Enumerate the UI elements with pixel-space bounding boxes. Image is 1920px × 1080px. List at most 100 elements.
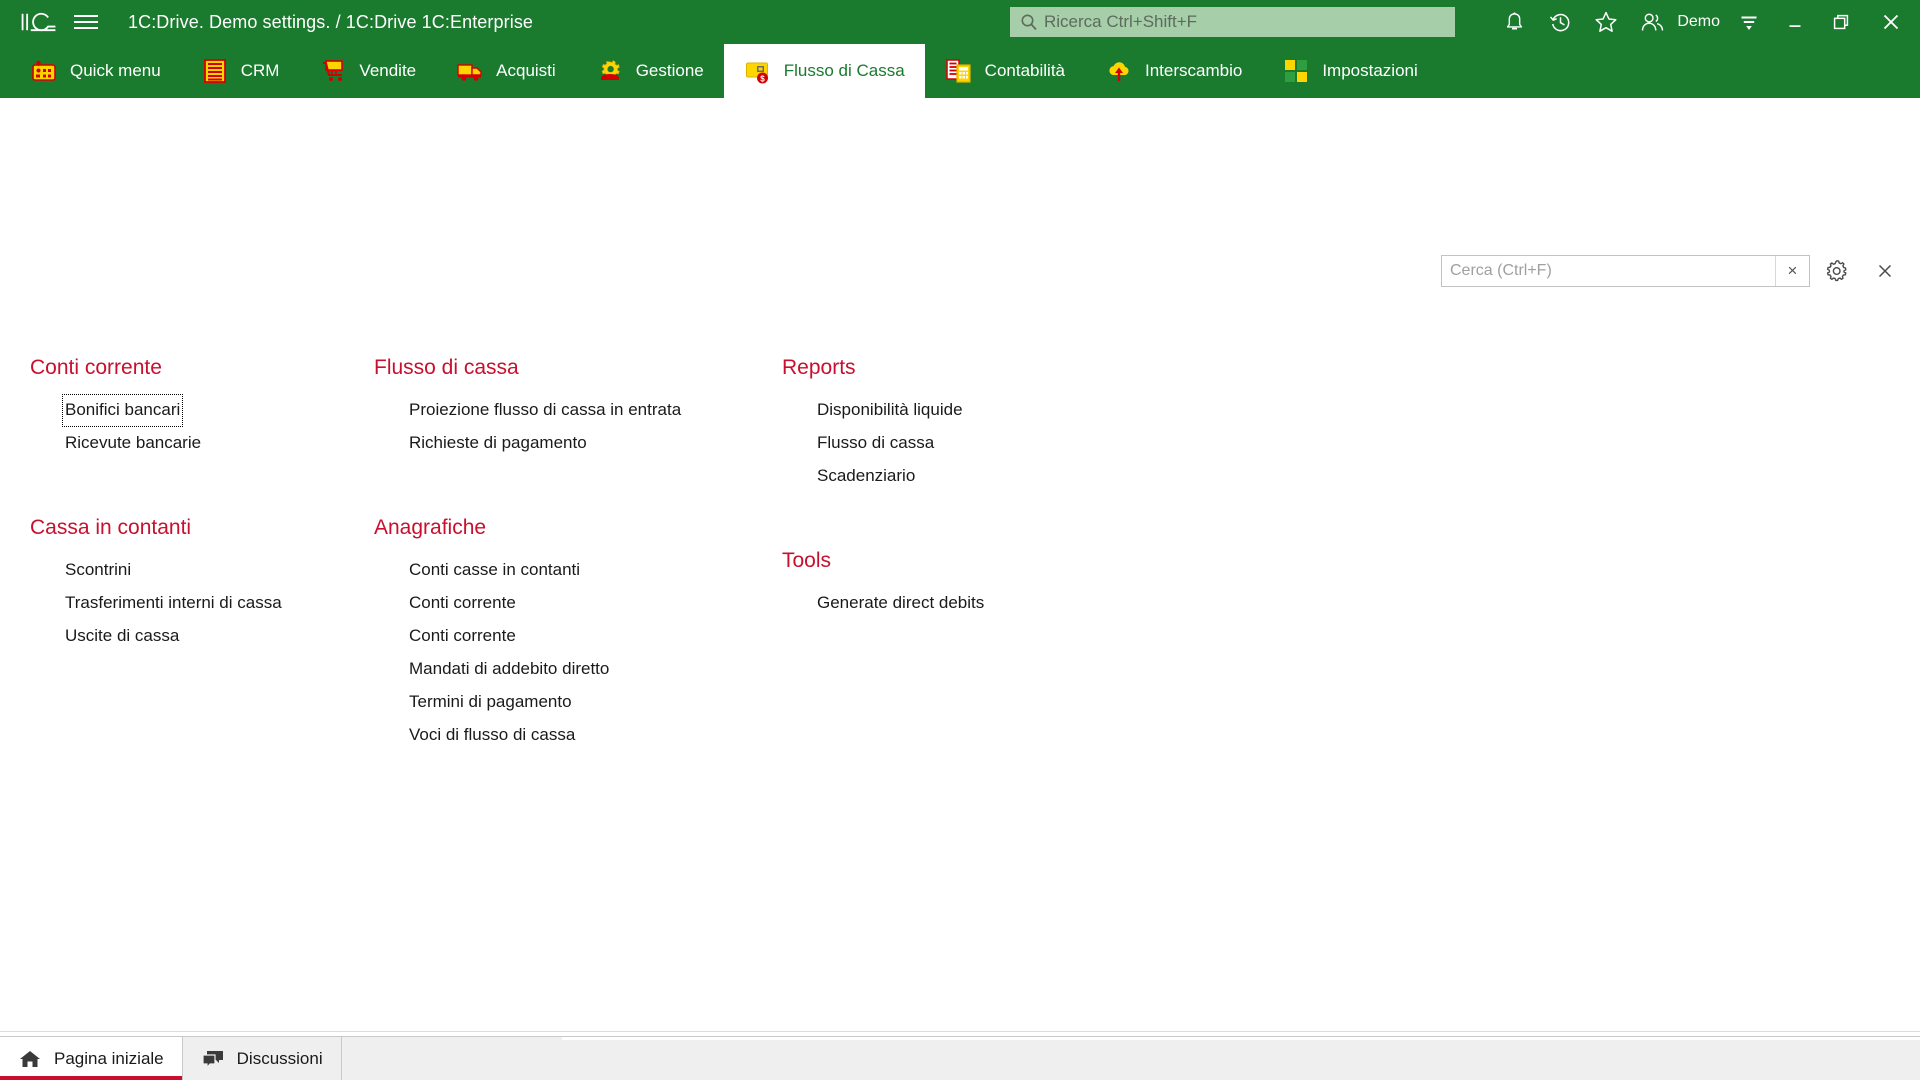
taskbar-item-label: Pagina iniziale [54,1048,164,1068]
link-conti-casse-in-contanti[interactable]: Conti casse in contanti [406,554,583,587]
gear-icon[interactable] [1816,253,1858,289]
group-links: Generate direct debits [782,587,1182,620]
group-title: Conti corrente [30,356,162,379]
group-links: Conti casse in contanti Conti corrente C… [374,554,782,752]
group-cassa-in-contanti: Cassa in contanti Scontrini Trasferiment… [30,516,374,653]
link-trasferimenti-interni-di-cassa[interactable]: Trasferimenti interni di cassa [62,587,285,620]
history-clock-icon[interactable] [1537,0,1583,44]
link-uscite-di-cassa[interactable]: Uscite di cassa [62,620,182,653]
svg-text:$: $ [760,74,765,83]
link-proiezione-flusso-di-cassa-in-entrata[interactable]: Proiezione flusso di cassa in entrata [406,394,684,427]
column-3: Reports Disponibilità liquide Flusso di … [782,356,1182,758]
work-area: × Conti corrente [0,98,1920,1036]
section-label: Impostazioni [1322,61,1418,80]
group-links: Disponibilità liquide Flusso di cassa Sc… [782,394,1182,493]
section-quick-menu[interactable]: Quick menu [10,44,181,98]
section-flusso-di-cassa[interactable]: $ Flusso di Cassa [723,44,925,98]
taskbar-item-pagina-iniziale[interactable]: Pagina iniziale [0,1037,183,1080]
taskbar-item-label: Discussioni [236,1048,323,1068]
chat-bubbles-icon [201,1048,225,1070]
management-gear-icon [596,57,624,85]
group-conti-corrente: Conti corrente Bonifici bancari Ricevute… [30,356,374,460]
section-crm[interactable]: CRM [181,44,300,98]
hamburger-menu-icon[interactable] [74,0,104,44]
link-voci-di-flusso-di-cassa[interactable]: Voci di flusso di cassa [406,719,578,752]
exchange-cloud-icon [1105,57,1133,85]
section-label: Gestione [635,61,704,80]
home-icon [18,1048,42,1070]
group-links: Bonifici bancari Ricevute bancarie [30,394,374,460]
search-field-wrapper: × [1441,255,1810,287]
link-bonifici-bancari[interactable]: Bonifici bancari [62,394,184,427]
section-impostazioni[interactable]: Impostazioni [1262,44,1437,98]
minimize-icon[interactable] [1772,0,1818,44]
group-links: Proiezione flusso di cassa in entrata Ri… [374,394,782,460]
purchases-truck-icon [456,57,484,85]
restore-window-icon[interactable] [1818,0,1864,44]
close-icon[interactable] [1864,253,1906,289]
section-label: Vendite [359,61,417,80]
sections-panel: Quick menu CRM Vendite Acquisti Gestione… [0,44,1920,98]
horizontal-scrollbar-thumb[interactable] [0,1032,1300,1036]
section-gestione[interactable]: Gestione [576,44,724,98]
section-label: Acquisti [496,61,556,80]
user-accounts-icon[interactable] [1629,0,1675,44]
link-mandati-di-addebito-diretto[interactable]: Mandati di addebito diretto [406,653,612,686]
section-contabilita[interactable]: Contabilità [925,44,1085,98]
crm-icon [201,57,229,85]
link-flusso-di-cassa-report[interactable]: Flusso di cassa [814,427,937,460]
section-acquisti[interactable]: Acquisti [436,44,576,98]
section-vendite[interactable]: Vendite [299,44,436,98]
user-name-label[interactable]: Demo [1675,13,1726,31]
link-richieste-di-pagamento[interactable]: Richieste di pagamento [406,427,590,460]
link-conti-corrente-1[interactable]: Conti corrente [406,587,519,620]
group-anagrafiche: Anagrafiche Conti casse in contanti Cont… [374,516,782,752]
favorites-star-icon[interactable] [1583,0,1629,44]
link-scontrini[interactable]: Scontrini [62,554,134,587]
group-title: Flusso di cassa [374,356,519,379]
quick-menu-icon [30,57,58,85]
section-label: Quick menu [70,61,161,80]
1c-logo-icon [18,8,60,36]
group-title: Reports [782,356,856,379]
title-bar: 1C:Drive. Demo settings. / 1C:Drive 1C:E… [0,0,1920,44]
clear-search-button[interactable]: × [1775,256,1809,286]
group-title: Tools [782,549,832,572]
section-interscambio[interactable]: Interscambio [1085,44,1262,98]
taskbar: Pagina iniziale Discussioni [0,1036,1920,1080]
link-ricevute-bancarie[interactable]: Ricevute bancarie [62,427,204,460]
global-search-box[interactable]: Ricerca Ctrl+Shift+F [1010,7,1455,37]
section-label: CRM [240,61,280,80]
group-flusso-di-cassa: Flusso di cassa Proiezione flusso di cas… [374,356,782,460]
user-menu-chevron-icon[interactable] [1726,0,1772,44]
search-icon [1020,13,1038,31]
titlebar-actions: Demo [1491,0,1920,44]
taskbar-item-discussioni[interactable]: Discussioni [182,1037,342,1080]
column-1: Conti corrente Bonifici bancari Ricevute… [30,356,374,758]
link-disponibilita-liquide[interactable]: Disponibilità liquide [814,394,966,427]
taskbar-empty-area [341,1037,1920,1080]
link-conti-corrente-2[interactable]: Conti corrente [406,620,519,653]
accounting-icon [945,57,973,85]
link-scadenziario[interactable]: Scadenziario [814,460,918,493]
settings-grid-icon [1282,57,1310,85]
group-links: Scontrini Trasferimenti interni di cassa… [30,554,374,653]
link-termini-di-pagamento[interactable]: Termini di pagamento [406,686,575,719]
close-window-icon[interactable] [1864,0,1918,44]
section-label: Interscambio [1145,61,1243,80]
application-window: 1C:Drive. Demo settings. / 1C:Drive 1C:E… [0,0,1920,1080]
section-label: Contabilità [984,61,1065,80]
cash-flow-icon: $ [744,57,772,85]
section-label: Flusso di Cassa [783,61,905,80]
group-reports: Reports Disponibilità liquide Flusso di … [782,356,1182,493]
notifications-bell-icon[interactable] [1491,0,1537,44]
group-title: Anagrafiche [374,516,487,539]
link-generate-direct-debits[interactable]: Generate direct debits [814,587,987,620]
navigation-columns: Conti corrente Bonifici bancari Ricevute… [0,356,1920,758]
horizontal-scrollbar[interactable] [0,1031,1920,1036]
column-2: Flusso di cassa Proiezione flusso di cas… [374,356,782,758]
group-title: Cassa in contanti [30,516,192,539]
search-input[interactable] [1442,256,1775,286]
global-search-placeholder: Ricerca Ctrl+Shift+F [1044,12,1198,31]
command-bar: × [1441,253,1906,289]
